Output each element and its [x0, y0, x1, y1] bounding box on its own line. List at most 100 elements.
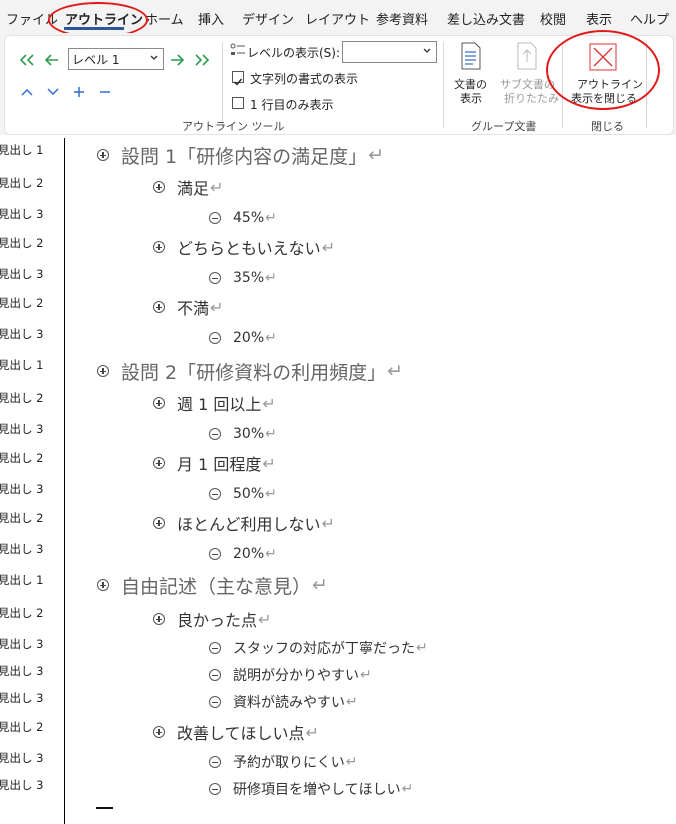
style-label: 見出し 3 — [0, 327, 44, 341]
collapsed-minus-icon[interactable] — [209, 272, 221, 284]
promote-to-heading1-button[interactable] — [17, 50, 37, 70]
expand-plus-icon[interactable] — [153, 517, 165, 529]
expand-plus-icon[interactable] — [153, 457, 165, 469]
chevron-down-icon — [47, 88, 59, 96]
style-label: 見出し 3 — [0, 267, 44, 281]
outline-heading-level3[interactable]: スタッフの対応が丁寧だった ↵ — [209, 637, 428, 659]
tab-insert[interactable]: 挿入 — [198, 9, 224, 28]
heading-text: ほとんど利用しない — [177, 515, 321, 534]
outline-heading-level1[interactable]: 自由記述（主な意見） ↵ — [97, 574, 328, 598]
tab-outline[interactable]: アウトライン — [65, 9, 143, 28]
tab-design[interactable]: デザイン — [242, 9, 294, 28]
outline-heading-level2[interactable]: どちらともいえない ↵ — [153, 236, 335, 258]
expand-plus-icon[interactable] — [97, 579, 109, 591]
collapsed-minus-icon[interactable] — [209, 669, 221, 681]
outline-heading-level3[interactable]: 20% ↵ — [209, 543, 277, 565]
style-label: 見出し 3 — [0, 207, 44, 221]
paragraph-mark: ↵ — [265, 210, 277, 226]
collapse-button[interactable] — [95, 82, 115, 102]
master-document-group-label: グループ文書 — [471, 120, 537, 133]
collapsed-minus-icon[interactable] — [209, 428, 221, 440]
expand-plus-icon[interactable] — [97, 149, 109, 161]
outline-heading-level3[interactable]: 研修項目を増やしてほしい ↵ — [209, 778, 413, 800]
expand-plus-icon[interactable] — [153, 301, 165, 313]
promote-button[interactable] — [42, 50, 62, 70]
collapsed-minus-icon[interactable] — [209, 212, 221, 224]
chevron-down-icon — [150, 55, 158, 60]
style-label: 見出し 3 — [0, 637, 44, 651]
collapsed-minus-icon[interactable] — [209, 488, 221, 500]
expand-plus-icon[interactable] — [153, 726, 165, 738]
collapse-subdocs-line2: 折りたたみ — [504, 92, 559, 105]
outline-heading-level2[interactable]: 満足 ↵ — [153, 176, 223, 198]
paragraph-mark: ↵ — [265, 546, 277, 562]
tab-file[interactable]: ファイル — [6, 9, 58, 28]
heading-text: 週 1 回以上 — [177, 395, 262, 414]
expand-button[interactable] — [69, 82, 89, 102]
outline-level-select[interactable]: レベル 1 — [68, 48, 164, 70]
paragraph-mark: ↵ — [265, 270, 277, 286]
expand-plus-icon[interactable] — [153, 181, 165, 193]
show-level-select[interactable] — [342, 41, 437, 63]
style-label: 見出し 3 — [0, 422, 44, 436]
paragraph-mark: ↵ — [262, 453, 276, 473]
expand-plus-icon[interactable] — [97, 365, 109, 377]
style-area-divider — [64, 138, 65, 824]
outline-heading-level3[interactable]: 50% ↵ — [209, 483, 277, 505]
collapsed-minus-icon[interactable] — [209, 696, 221, 708]
tab-view[interactable]: 表示 — [586, 9, 612, 28]
tab-home[interactable]: ホーム — [145, 9, 184, 28]
tab-help[interactable]: ヘルプ — [630, 9, 669, 28]
outline-heading-level2[interactable]: 月 1 回程度 ↵ — [153, 452, 276, 474]
outline-heading-level3[interactable]: 35% ↵ — [209, 267, 277, 289]
double-right-arrow-icon — [195, 54, 210, 66]
outline-heading-level3[interactable]: 20% ↵ — [209, 327, 277, 349]
outline-heading-level3[interactable]: 説明が分かりやすい ↵ — [209, 664, 372, 686]
outline-heading-level3[interactable]: 資料が読みやすい ↵ — [209, 691, 358, 713]
outline-tools-group-label: アウトライン ツール — [182, 120, 285, 133]
collapsed-minus-icon[interactable] — [209, 548, 221, 560]
outline-heading-level1[interactable]: 設問 2「研修資料の利用頻度」 ↵ — [97, 360, 403, 384]
heading-text: 20% — [233, 546, 265, 562]
collapsed-minus-icon[interactable] — [209, 332, 221, 344]
tab-layout[interactable]: レイアウト — [305, 9, 370, 28]
expand-plus-icon[interactable] — [153, 397, 165, 409]
demote-button[interactable] — [167, 50, 187, 70]
paragraph-mark: ↵ — [210, 297, 224, 317]
collapsed-minus-icon[interactable] — [209, 642, 221, 654]
outline-heading-level3[interactable]: 予約が取りにくい ↵ — [209, 751, 357, 773]
expand-plus-icon[interactable] — [153, 613, 165, 625]
outline-heading-level2[interactable]: 不満 ↵ — [153, 296, 223, 318]
outline-heading-level2[interactable]: ほとんど利用しない ↵ — [153, 512, 335, 534]
ribbon-panel: レベル 1 レベルの表示(S): 文字列の書式の表示 1 行目のみ表示 アウトラ… — [4, 35, 674, 135]
paragraph-mark: ↵ — [305, 722, 319, 742]
paragraph-mark: ↵ — [262, 393, 276, 413]
demote-to-body-button[interactable] — [192, 50, 212, 70]
outline-heading-level2[interactable]: 良かった点 ↵ — [153, 608, 271, 630]
outline-heading-level2[interactable]: 週 1 回以上 ↵ — [153, 392, 276, 414]
move-down-button[interactable] — [43, 82, 63, 102]
close-outline-view-button[interactable]: アウトライン 表示を閉じる — [567, 40, 643, 112]
tab-mailings[interactable]: 差し込み文書 — [447, 9, 525, 28]
tab-references[interactable]: 参考資料 — [376, 9, 428, 28]
show-formatting-checkbox[interactable] — [232, 71, 244, 86]
style-label: 見出し 2 — [0, 606, 44, 620]
collapsed-minus-icon[interactable] — [209, 783, 221, 795]
expand-plus-icon[interactable] — [153, 241, 165, 253]
show-document-button[interactable]: 文書の 表示 — [448, 40, 494, 110]
collapsed-minus-icon[interactable] — [209, 756, 221, 768]
style-area: 見出し 1 見出し 2 見出し 3 見出し 2 見出し 3 見出し 2 見出し 3 見出し 1… — [0, 135, 64, 824]
style-label: 見出し 1 — [0, 143, 44, 157]
chevron-up-icon — [21, 88, 33, 96]
paragraph-mark: ↵ — [265, 426, 277, 442]
outline-heading-level3[interactable]: 45% ↵ — [209, 207, 277, 229]
outline-heading-level2[interactable]: 改善してほしい点 ↵ — [153, 721, 319, 743]
tab-review[interactable]: 校閲 — [540, 9, 566, 28]
ribbon-tabs: ファイル アウトライン ホーム 挿入 デザイン レイアウト 参考資料 差し込み文… — [0, 0, 676, 33]
first-line-only-checkbox[interactable] — [232, 97, 244, 109]
show-level-label: レベルの表示(S): — [247, 46, 341, 60]
outline-heading-level1[interactable]: 設問 1「研修内容の満足度」 ↵ — [97, 144, 384, 168]
outline-heading-level3[interactable]: 30% ↵ — [209, 423, 277, 445]
chevron-down-icon — [423, 48, 431, 53]
move-up-button[interactable] — [17, 82, 37, 102]
